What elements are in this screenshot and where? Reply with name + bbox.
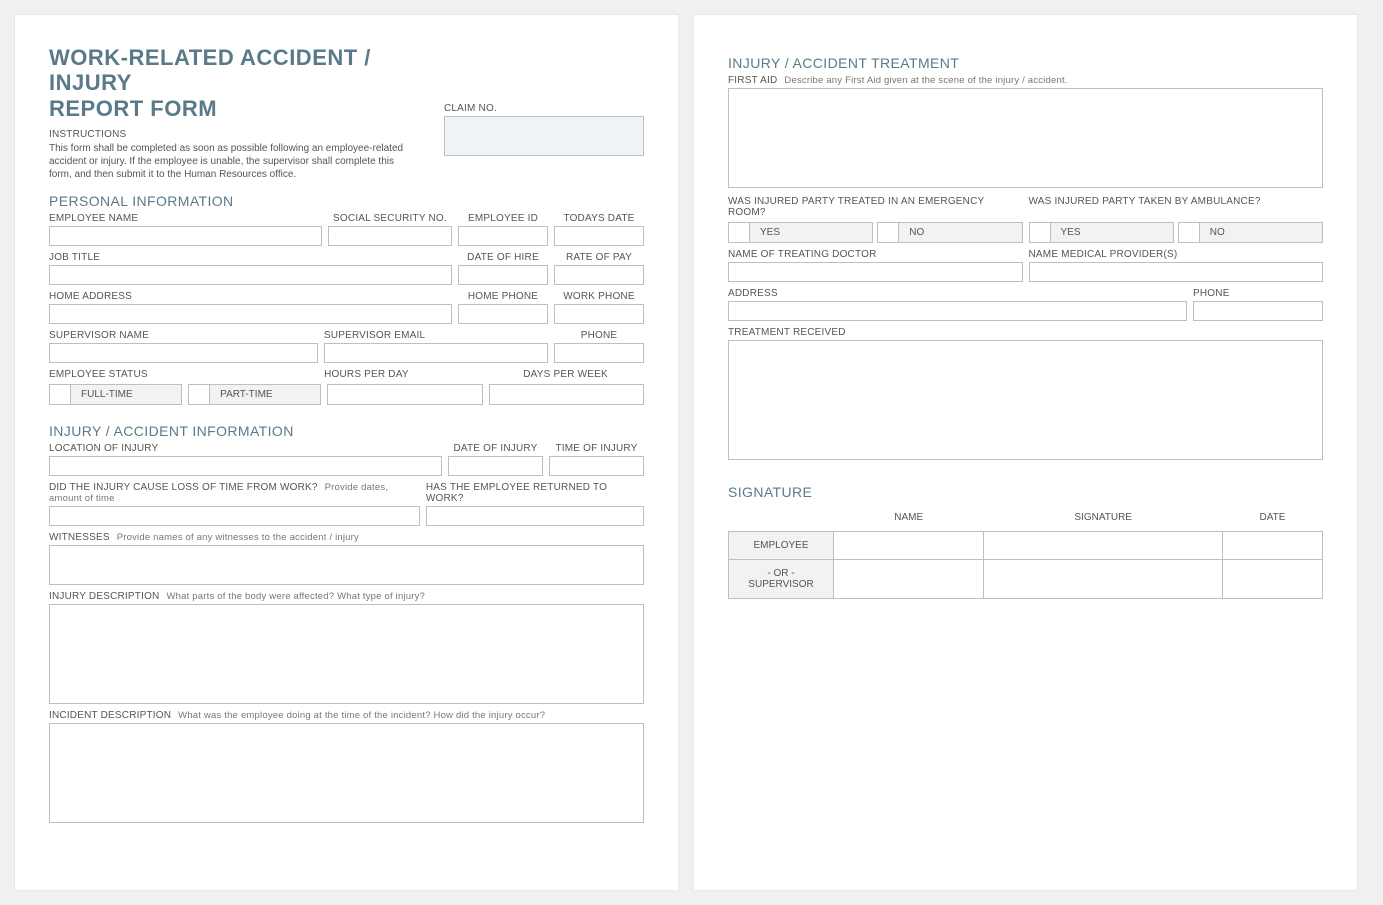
label-home-phone: HOME PHONE [458, 291, 548, 302]
label-treating-doctor: NAME OF TREATING DOCTOR [728, 249, 1023, 260]
sig-supervisor-signature[interactable] [984, 560, 1223, 599]
checkbox-amb-yes[interactable] [1029, 222, 1051, 243]
label-incident-description: INCIDENT DESCRIPTION What was the employ… [49, 710, 644, 721]
field-employee-id[interactable] [458, 226, 548, 246]
checkbox-er-yes[interactable] [728, 222, 750, 243]
label-ssn: SOCIAL SECURITY NO. [328, 213, 452, 224]
sig-col-name: NAME [834, 504, 984, 532]
page-2: INJURY / ACCIDENT TREATMENT FIRST AID De… [693, 14, 1358, 891]
label-rate-of-pay: RATE OF PAY [554, 252, 644, 263]
label-witnesses: WITNESSES Provide names of any witnesses… [49, 532, 644, 543]
form-title: WORK-RELATED ACCIDENT / INJURY REPORT FO… [49, 45, 414, 121]
label-er-no: NO [899, 222, 1022, 243]
label-sup-phone: PHONE [554, 330, 644, 341]
sig-supervisor-date[interactable] [1223, 560, 1323, 599]
checkbox-er-no[interactable] [877, 222, 899, 243]
sig-employee-name[interactable] [834, 532, 984, 560]
label-treatment-address: ADDRESS [728, 288, 1187, 299]
label-returned-to-work: HAS THE EMPLOYEE RETURNED TO WORK? [426, 482, 644, 504]
sig-row-supervisor: - OR - SUPERVISOR [729, 560, 834, 599]
field-date-of-hire[interactable] [458, 265, 548, 285]
label-home-address: HOME ADDRESS [49, 291, 452, 302]
title-line-2: REPORT FORM [49, 96, 217, 121]
field-witnesses[interactable] [49, 545, 644, 585]
label-supervisor-email: SUPERVISOR EMAIL [324, 330, 548, 341]
instructions-label: INSTRUCTIONS [49, 129, 414, 140]
field-work-phone[interactable] [554, 304, 644, 324]
label-part-time: PART-TIME [210, 384, 321, 405]
instructions-text: This form shall be completed as soon as … [49, 142, 414, 181]
label-date-of-hire: DATE OF HIRE [458, 252, 548, 263]
sig-employee-signature[interactable] [984, 532, 1223, 560]
label-amb-no: NO [1200, 222, 1323, 243]
claim-no-label: CLAIM NO. [444, 103, 644, 114]
label-treatment-phone: PHONE [1193, 288, 1323, 299]
label-er-yes: YES [750, 222, 873, 243]
sig-col-signature: SIGNATURE [984, 504, 1223, 532]
sig-row-employee: EMPLOYEE [729, 532, 834, 560]
field-treatment-phone[interactable] [1193, 301, 1323, 321]
field-medical-provider[interactable] [1029, 262, 1324, 282]
sig-supervisor-name[interactable] [834, 560, 984, 599]
label-treatment-received: TREATMENT RECEIVED [728, 327, 1323, 338]
sig-employee-date[interactable] [1223, 532, 1323, 560]
field-incident-description[interactable] [49, 723, 644, 823]
label-injury-description: INJURY DESCRIPTION What parts of the bod… [49, 591, 644, 602]
label-job-title: JOB TITLE [49, 252, 452, 263]
field-time-of-injury[interactable] [549, 456, 644, 476]
field-todays-date[interactable] [554, 226, 644, 246]
field-location-of-injury[interactable] [49, 456, 442, 476]
label-todays-date: TODAYS DATE [554, 213, 644, 224]
label-er-question: WAS INJURED PARTY TREATED IN AN EMERGENC… [728, 196, 1023, 218]
field-job-title[interactable] [49, 265, 452, 285]
checkbox-full-time[interactable] [49, 384, 71, 405]
label-hours-per-day: HOURS PER DAY [324, 369, 481, 380]
label-date-of-injury: DATE OF INJURY [448, 443, 543, 454]
field-supervisor-email[interactable] [324, 343, 548, 363]
label-first-aid: FIRST AID Describe any First Aid given a… [728, 75, 1323, 86]
signature-table: NAME SIGNATURE DATE EMPLOYEE - OR - SUPE… [728, 504, 1323, 599]
field-sup-phone[interactable] [554, 343, 644, 363]
label-location-of-injury: LOCATION OF INJURY [49, 443, 442, 454]
label-amb-yes: YES [1051, 222, 1174, 243]
checkbox-amb-no[interactable] [1178, 222, 1200, 243]
section-signature: SIGNATURE [728, 484, 1323, 500]
field-home-address[interactable] [49, 304, 452, 324]
field-date-of-injury[interactable] [448, 456, 543, 476]
label-employee-status: EMPLOYEE STATUS [49, 369, 318, 380]
label-medical-provider: NAME MEDICAL PROVIDER(S) [1029, 249, 1324, 260]
field-home-phone[interactable] [458, 304, 548, 324]
field-first-aid[interactable] [728, 88, 1323, 188]
label-ambulance-question: WAS INJURED PARTY TAKEN BY AMBULANCE? [1029, 196, 1324, 207]
checkbox-part-time[interactable] [188, 384, 210, 405]
label-supervisor-name: SUPERVISOR NAME [49, 330, 318, 341]
field-rate-of-pay[interactable] [554, 265, 644, 285]
sig-col-date: DATE [1223, 504, 1323, 532]
field-ssn[interactable] [328, 226, 452, 246]
field-treatment-address[interactable] [728, 301, 1187, 321]
field-loss-time[interactable] [49, 506, 420, 526]
label-employee-name: EMPLOYEE NAME [49, 213, 322, 224]
label-time-of-injury: TIME OF INJURY [549, 443, 644, 454]
label-full-time: FULL-TIME [71, 384, 182, 405]
field-returned-to-work[interactable] [426, 506, 644, 526]
section-injury-accident-treatment: INJURY / ACCIDENT TREATMENT [728, 55, 1323, 71]
field-injury-description[interactable] [49, 604, 644, 704]
section-injury-accident-information: INJURY / ACCIDENT INFORMATION [49, 423, 644, 439]
section-personal-information: PERSONAL INFORMATION [49, 193, 644, 209]
label-loss-time: DID THE INJURY CAUSE LOSS OF TIME FROM W… [49, 482, 420, 504]
page-1: WORK-RELATED ACCIDENT / INJURY REPORT FO… [14, 14, 679, 891]
title-line-1: WORK-RELATED ACCIDENT / INJURY [49, 45, 371, 95]
field-hours-per-day[interactable] [327, 384, 482, 405]
label-days-per-week: DAYS PER WEEK [487, 369, 644, 380]
field-treating-doctor[interactable] [728, 262, 1023, 282]
label-work-phone: WORK PHONE [554, 291, 644, 302]
field-supervisor-name[interactable] [49, 343, 318, 363]
label-employee-id: EMPLOYEE ID [458, 213, 548, 224]
field-days-per-week[interactable] [489, 384, 644, 405]
claim-no-field[interactable] [444, 116, 644, 156]
field-treatment-received[interactable] [728, 340, 1323, 460]
field-employee-name[interactable] [49, 226, 322, 246]
